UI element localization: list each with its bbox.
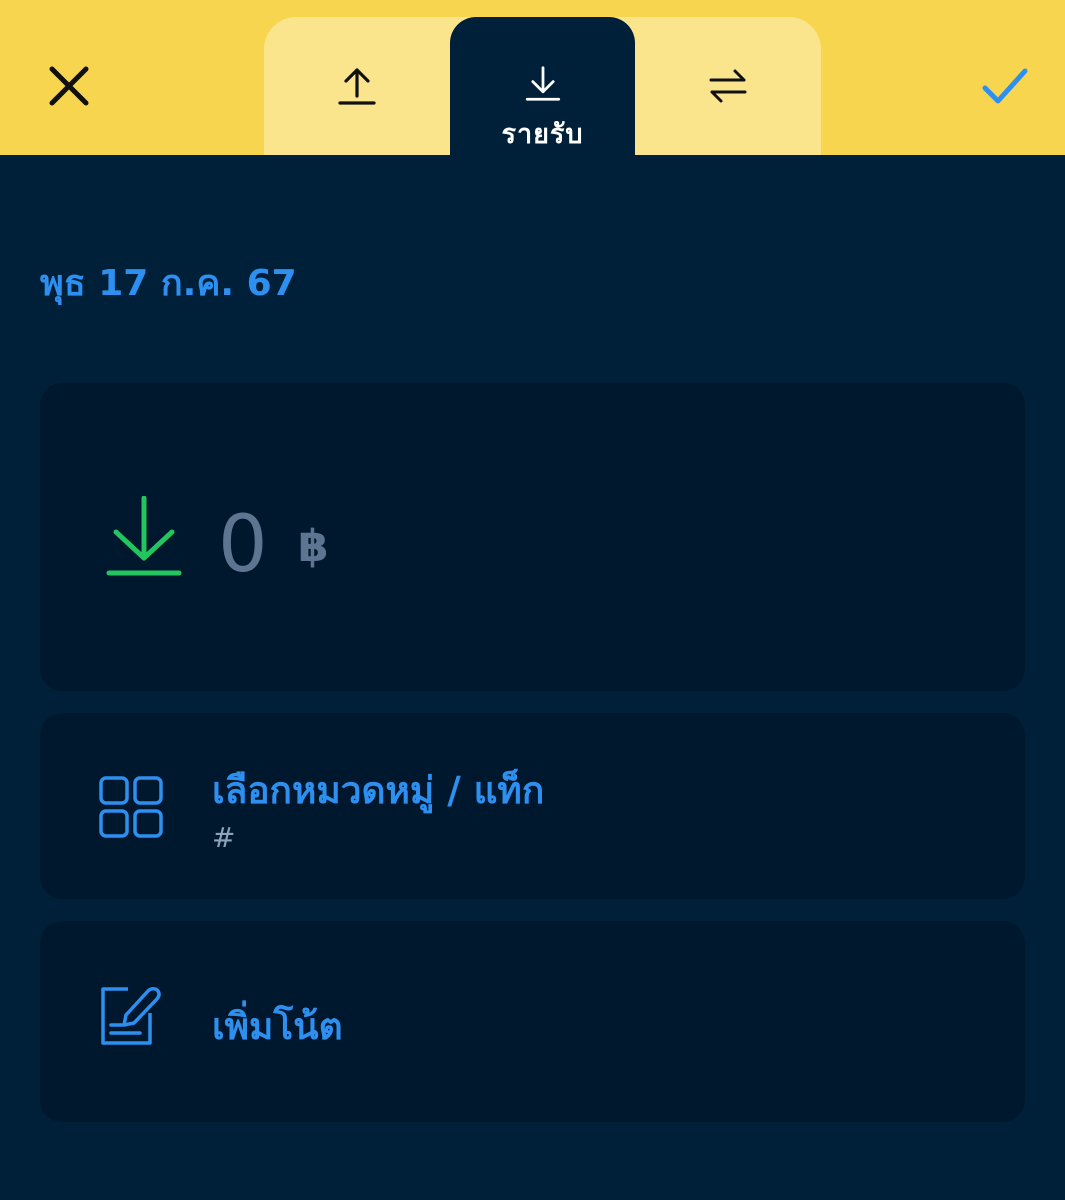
add-note-label: เพิ่มโน้ต — [212, 1005, 343, 1048]
category-selector[interactable]: เลือกหมวดหมู่ / แท็ก # — [40, 713, 1025, 899]
upload-arrow-icon — [338, 68, 376, 105]
close-icon — [49, 66, 89, 106]
confirm-button[interactable] — [970, 53, 1040, 119]
currency-symbol: ฿ — [298, 521, 329, 572]
add-note-row[interactable]: เพิ่มโน้ต — [40, 921, 1025, 1122]
download-arrow-icon — [525, 66, 560, 101]
amount-value: 0 — [218, 500, 268, 590]
note-edit-icon — [101, 987, 161, 1045]
amount-card[interactable]: 0 ฿ — [40, 383, 1025, 691]
category-title: เลือกหมวดหมู่ / แท็ก — [212, 769, 545, 812]
tab-transfer[interactable] — [635, 17, 821, 155]
income-download-icon — [106, 496, 182, 576]
tab-income[interactable]: รายรับ — [450, 17, 635, 155]
tab-income-label: รายรับ — [501, 119, 584, 150]
grid-icon — [99, 776, 163, 838]
checkmark-icon — [982, 68, 1028, 104]
swap-arrows-icon — [709, 69, 747, 103]
date-picker[interactable]: พุธ 17 ก.ค. 67 — [40, 254, 297, 311]
tab-expense[interactable] — [264, 17, 450, 155]
top-bar: รายรับ — [0, 0, 1065, 155]
tag-hint: # — [212, 821, 236, 854]
close-button[interactable] — [36, 53, 102, 119]
